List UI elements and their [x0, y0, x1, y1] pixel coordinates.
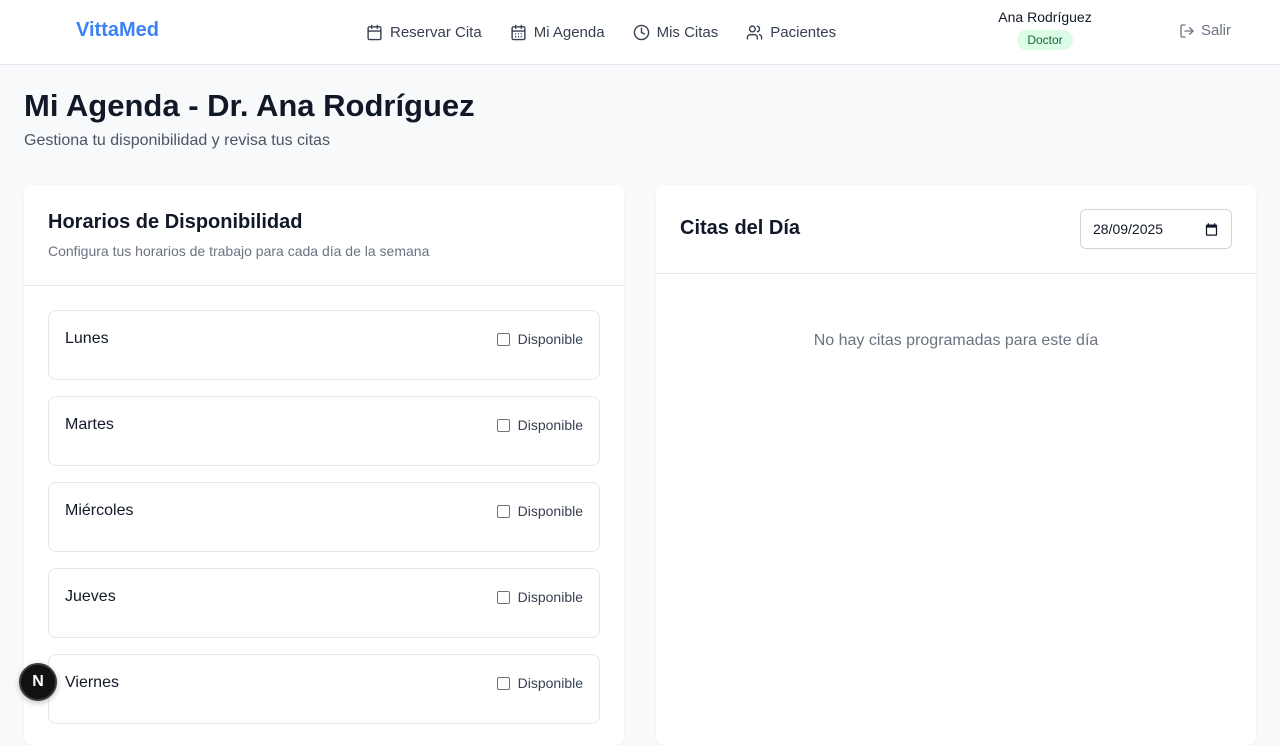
- user-info: Ana Rodríguez Doctor: [990, 9, 1100, 50]
- nextjs-logo-icon: N: [32, 673, 44, 690]
- calendar-picker-icon[interactable]: [1204, 222, 1219, 237]
- users-icon: [746, 24, 763, 40]
- nav-mis-citas-label: Mis Citas: [656, 23, 719, 41]
- available-checkbox[interactable]: [496, 332, 510, 346]
- day-list: Lunes Disponible Martes Disponible Miérc…: [24, 286, 624, 724]
- available-label: Disponible: [517, 331, 583, 347]
- nav-pacientes[interactable]: Pacientes: [746, 24, 836, 41]
- nav-reservar-cita[interactable]: Reservar Cita: [366, 24, 482, 41]
- nav-mi-agenda-label: Mi Agenda: [533, 23, 605, 41]
- available-label: Disponible: [517, 503, 583, 519]
- nav-reservar-cita-label: Reservar Cita: [390, 23, 482, 41]
- logout-button[interactable]: Salir: [1179, 22, 1231, 39]
- calendar-icon: [367, 24, 382, 40]
- day-row-lunes: Lunes Disponible: [48, 310, 600, 380]
- day-name: Martes: [65, 416, 114, 433]
- date-value: 28/09/2025: [1093, 221, 1164, 237]
- empty-appointments-message: No hay citas programadas para este día: [813, 332, 1099, 349]
- page-subtitle: Gestiona tu disponibilidad y revisa tus …: [24, 132, 330, 149]
- brand-logo[interactable]: VittaMed: [76, 19, 159, 42]
- available-checkbox[interactable]: [496, 504, 510, 518]
- main-nav: Reservar Cita Mi Agenda Mis Citas Pacien…: [366, 0, 836, 64]
- date-picker-input[interactable]: 28/09/2025: [1080, 209, 1232, 249]
- day-row-martes: Martes Disponible: [48, 396, 600, 466]
- available-toggle[interactable]: Disponible: [496, 675, 583, 691]
- available-label: Disponible: [517, 589, 583, 605]
- availability-card-header: Horarios de Disponibilidad Configura tus…: [24, 185, 624, 286]
- nav-mi-agenda[interactable]: Mi Agenda: [510, 24, 605, 41]
- nav-mis-citas[interactable]: Mis Citas: [633, 23, 719, 41]
- available-label: Disponible: [517, 675, 583, 691]
- availability-title: Horarios de Disponibilidad: [48, 211, 303, 233]
- top-navbar: VittaMed Reservar Cita Mi Agenda Mis Cit…: [0, 0, 1280, 65]
- available-toggle[interactable]: Disponible: [496, 331, 583, 347]
- day-name: Viernes: [65, 674, 119, 691]
- page-title: Mi Agenda - Dr. Ana Rodríguez: [24, 88, 475, 123]
- available-toggle[interactable]: Disponible: [496, 589, 583, 605]
- nav-pacientes-label: Pacientes: [770, 23, 837, 41]
- calendar-days-icon: [511, 24, 526, 40]
- availability-description: Configura tus horarios de trabajo para c…: [48, 243, 430, 259]
- available-checkbox[interactable]: [496, 590, 510, 604]
- available-toggle[interactable]: Disponible: [496, 417, 583, 433]
- logout-label: Salir: [1201, 22, 1232, 39]
- available-checkbox[interactable]: [496, 418, 510, 432]
- day-name: Miércoles: [65, 502, 134, 519]
- available-toggle[interactable]: Disponible: [496, 503, 583, 519]
- user-name: Ana Rodríguez: [998, 9, 1092, 25]
- appointments-card: Citas del Día 28/09/2025 No hay citas pr…: [656, 185, 1256, 745]
- logout-icon: [1180, 23, 1194, 38]
- appointments-card-header: Citas del Día 28/09/2025: [656, 185, 1256, 274]
- clock-icon: [633, 24, 649, 40]
- day-row-miercoles: Miércoles Disponible: [48, 482, 600, 552]
- nextjs-dev-badge[interactable]: N: [19, 663, 57, 701]
- appointments-title: Citas del Día: [680, 217, 801, 239]
- role-badge: Doctor: [1017, 30, 1073, 50]
- day-row-viernes: Viernes Disponible: [48, 654, 600, 724]
- available-label: Disponible: [517, 417, 583, 433]
- day-name: Jueves: [65, 588, 116, 605]
- available-checkbox[interactable]: [496, 676, 510, 690]
- availability-card: Horarios de Disponibilidad Configura tus…: [24, 185, 624, 745]
- day-row-jueves: Jueves Disponible: [48, 568, 600, 638]
- day-name: Lunes: [65, 330, 109, 347]
